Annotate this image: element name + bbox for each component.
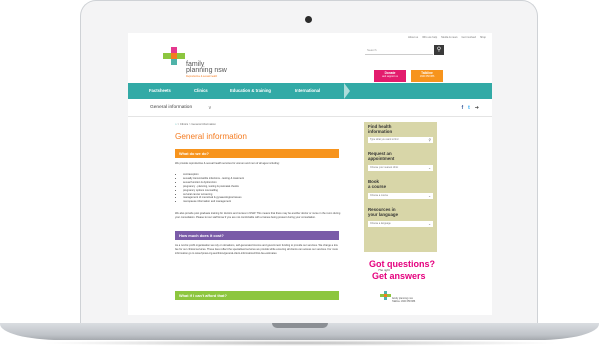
chevron-down-icon: ⌄	[428, 166, 431, 170]
sidebar-language-title: Resources in your language	[368, 207, 399, 217]
top-link-who[interactable]: Who we help	[422, 36, 437, 39]
sidebar-course-title: Book a course	[368, 179, 387, 189]
find-health-input[interactable]: Type what you want to find ⚲	[368, 137, 433, 143]
section-bar: General information ∨ f t ➔	[128, 103, 492, 113]
site-logo[interactable]: family planning nsw Reproductive & sexua…	[163, 47, 227, 83]
section-heading-what: What do we do?	[175, 149, 339, 158]
social-links: f t ➔	[461, 103, 479, 113]
cost-text: As a not-for-profit organisation we rely…	[175, 244, 338, 255]
chevron-down-icon: ⌄	[428, 222, 431, 226]
logo-tagline: Reproductive & sexual health	[186, 75, 218, 78]
top-links: About us Who we help Media & news Get in…	[408, 36, 486, 39]
talkline-button[interactable]: Talkline 1300 658 886	[411, 70, 443, 82]
sidebar-appointment-title: Request an appointment	[368, 151, 395, 161]
logo-cross-center	[171, 53, 177, 59]
top-link-involved[interactable]: Get involved	[462, 36, 476, 39]
search-input[interactable]: Search	[365, 46, 433, 55]
nav-item-clinics[interactable]: Clinics	[194, 83, 208, 99]
search-icon: ⚲	[428, 138, 431, 142]
screen: About us Who we help Media & news Get in…	[128, 33, 492, 315]
breadcrumb-current: General information	[191, 122, 216, 126]
section-title[interactable]: General information	[150, 103, 192, 113]
search-button[interactable]: ⚲	[434, 45, 444, 55]
chevron-down-icon[interactable]: ∨	[208, 103, 212, 113]
talkline-label: Talkline	[421, 70, 433, 75]
list-item: menopause information and management	[183, 200, 343, 204]
logo-line2: planning nsw	[186, 67, 227, 74]
top-link-about[interactable]: About us	[408, 36, 418, 39]
share-icon[interactable]: ➔	[475, 103, 479, 113]
promo-subheading[interactable]: Get answers The right	[372, 268, 426, 281]
nav-item-education[interactable]: Education & training	[230, 83, 271, 99]
section-heading-afford: What if I can't afford that?	[175, 291, 339, 300]
donate-button[interactable]: Donate and support us	[374, 70, 406, 82]
promo-ask: The right	[378, 268, 390, 272]
nav-item-factsheets[interactable]: Factsheets	[149, 83, 171, 99]
training-text: We also provide post graduate training f…	[175, 212, 341, 219]
services-list: contraception sexually transmissible inf…	[179, 173, 343, 204]
chevron-down-icon: ⌄	[428, 194, 431, 198]
laptop-shadow	[40, 340, 560, 346]
search-icon: ⚲	[436, 47, 442, 53]
top-link-shop[interactable]: Shop	[480, 36, 486, 39]
donate-sub: and support us	[382, 75, 398, 79]
main-nav: Factsheets Clinics Education & training …	[128, 83, 492, 99]
promo-logo: family planning nsw Talkline 1300 658 886	[380, 291, 415, 311]
course-select[interactable]: Choose a course ⌄	[368, 193, 433, 199]
sidebar-find-title: Find health information	[368, 124, 393, 134]
breadcrumb-clinics[interactable]: Clinics	[180, 122, 188, 126]
breadcrumb-sep: >	[177, 122, 180, 126]
nav-item-international[interactable]: International	[295, 83, 320, 99]
camera-icon	[305, 16, 312, 23]
intro-text: We provide reproductive & sexual health …	[175, 162, 280, 165]
section-heading-cost: How much does it cost?	[175, 231, 339, 240]
facebook-icon[interactable]: f	[461, 103, 463, 113]
mini-logo-center	[384, 294, 387, 297]
breadcrumb: ⌂ > Clinics > General information	[175, 122, 216, 126]
nav-active-indicator	[344, 83, 350, 99]
sidebar: Find health information Type what you wan…	[364, 122, 437, 252]
twitter-icon[interactable]: t	[468, 103, 470, 113]
language-select[interactable]: Choose a language ⌄	[368, 221, 433, 227]
page-title: General information	[175, 132, 247, 141]
talkline-sub: 1300 658 886	[419, 75, 435, 79]
donate-label: Donate	[384, 70, 396, 75]
divider	[128, 116, 492, 117]
promo-brand: family planning nsw Talkline 1300 658 886	[392, 297, 416, 303]
top-link-media[interactable]: Media & news	[441, 36, 457, 39]
laptop-notch	[272, 323, 328, 328]
clinic-select[interactable]: Choose your nearest clinic ⌄	[368, 165, 433, 171]
